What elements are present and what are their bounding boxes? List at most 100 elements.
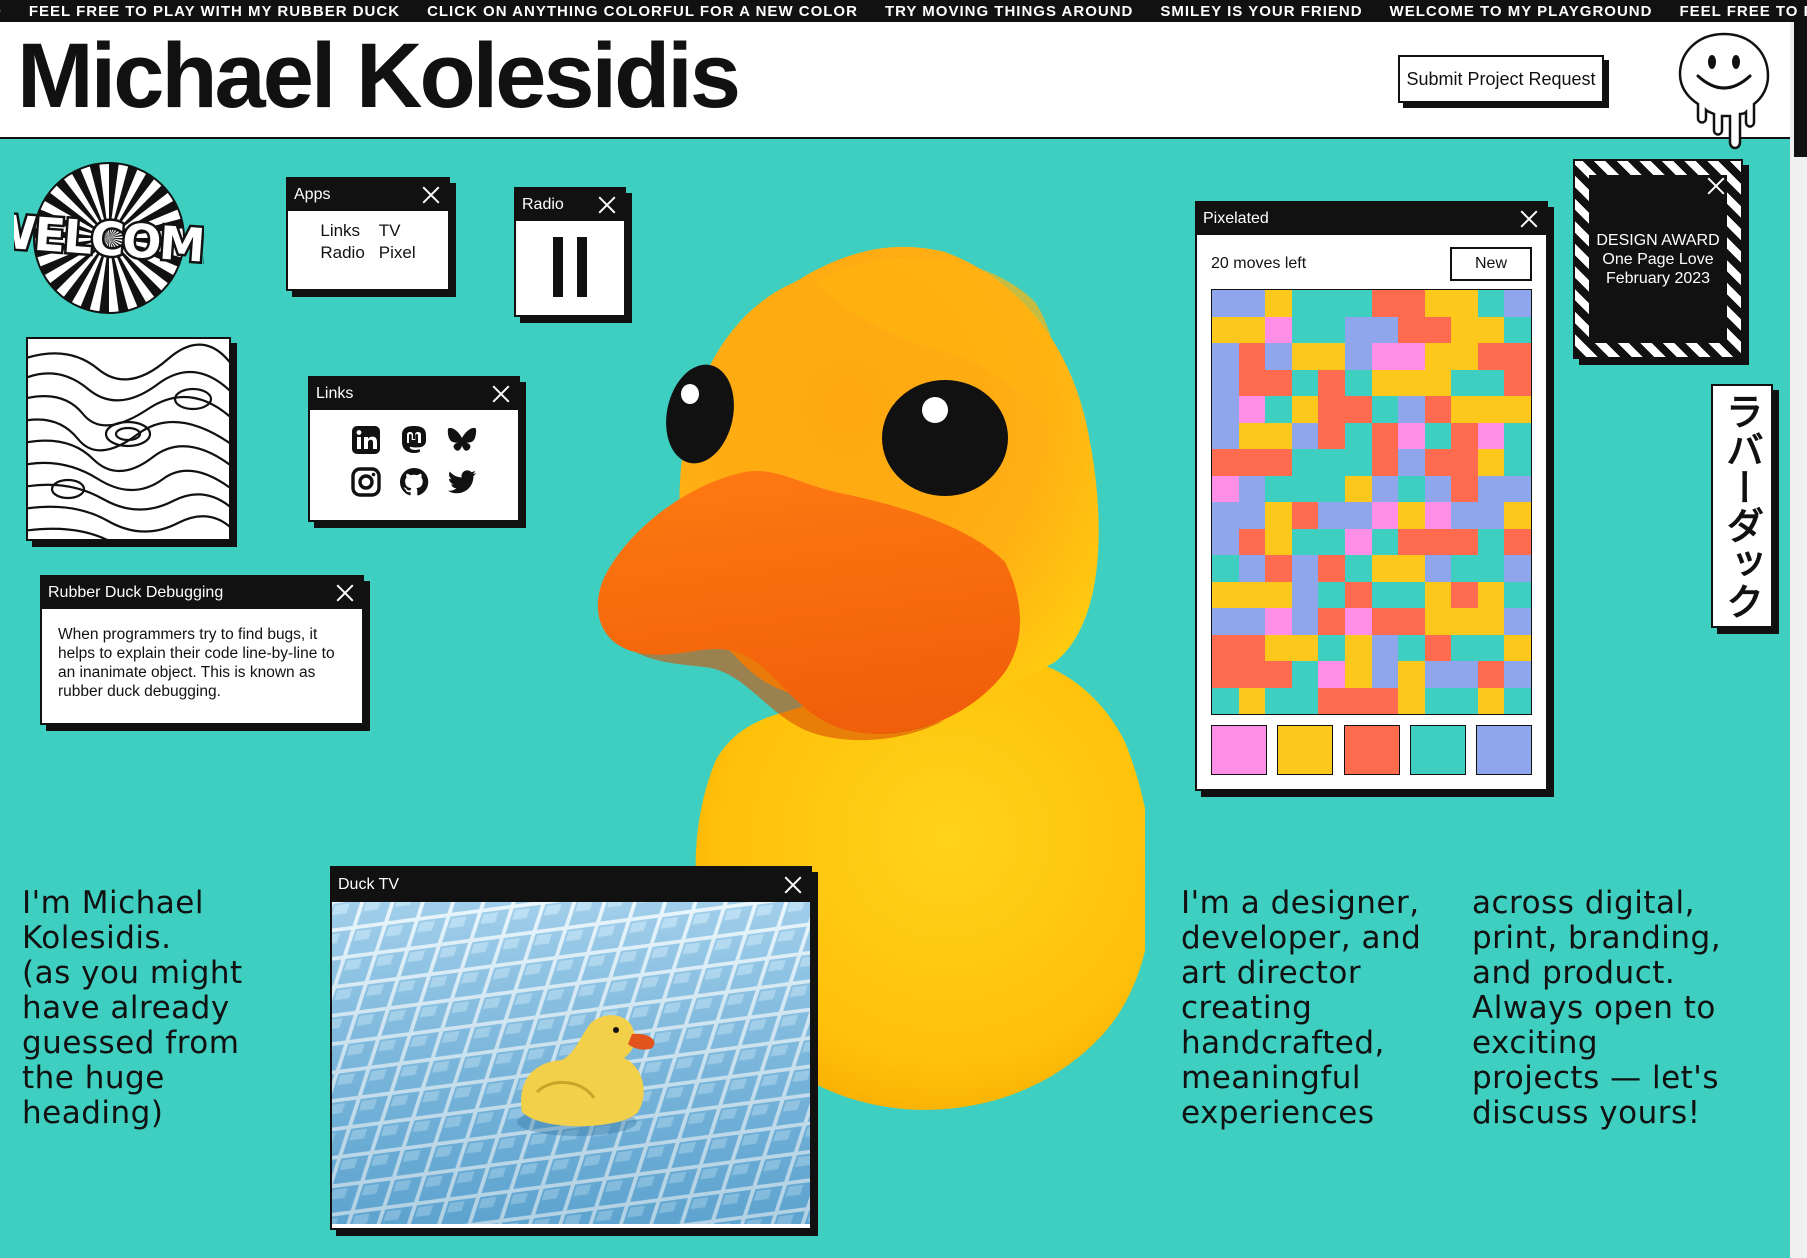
pixel-cell[interactable] <box>1477 555 1505 582</box>
pixel-cell[interactable] <box>1504 316 1531 343</box>
pixel-cell[interactable] <box>1344 396 1372 423</box>
color-swatch[interactable] <box>1409 725 1466 775</box>
pixel-cell[interactable] <box>1398 316 1425 343</box>
pixel-cell[interactable] <box>1371 369 1399 396</box>
pixel-cell[interactable] <box>1371 661 1399 688</box>
duck-tv-window-titlebar[interactable]: Duck TV <box>332 868 810 902</box>
pixel-cell[interactable] <box>1212 449 1239 476</box>
pixel-cell[interactable] <box>1424 316 1452 343</box>
pixel-cell[interactable] <box>1318 316 1345 343</box>
github-icon[interactable] <box>398 466 430 498</box>
pixel-cell[interactable] <box>1504 369 1531 396</box>
pixel-cell[interactable] <box>1504 396 1531 423</box>
links-window-titlebar[interactable]: Links <box>310 378 518 410</box>
pixel-cell[interactable] <box>1265 581 1292 608</box>
pixel-cell[interactable] <box>1344 528 1372 555</box>
pixel-cell[interactable] <box>1291 608 1319 635</box>
pixel-cell[interactable] <box>1265 369 1292 396</box>
pixel-cell[interactable] <box>1398 502 1425 529</box>
pixel-cell[interactable] <box>1238 555 1266 582</box>
pixel-cell[interactable] <box>1371 502 1399 529</box>
pixel-cell[interactable] <box>1212 687 1239 714</box>
pixel-cell[interactable] <box>1265 475 1292 502</box>
pixelated-window[interactable]: Pixelated 20 moves left New <box>1195 201 1548 791</box>
pixel-cell[interactable] <box>1265 343 1292 370</box>
submit-project-request-button[interactable]: Submit Project Request <box>1398 55 1604 103</box>
pixel-cell[interactable] <box>1212 422 1239 449</box>
pixel-cell[interactable] <box>1451 343 1478 370</box>
duck-tv-video[interactable] <box>332 902 810 1224</box>
pixel-cell[interactable] <box>1318 634 1345 661</box>
pixel-cell[interactable] <box>1424 608 1452 635</box>
pixel-cell[interactable] <box>1212 502 1239 529</box>
pixel-cell[interactable] <box>1265 422 1292 449</box>
pixel-cell[interactable] <box>1477 396 1505 423</box>
pixel-cell[interactable] <box>1318 475 1345 502</box>
pixel-cell[interactable] <box>1238 608 1266 635</box>
pixel-cell[interactable] <box>1212 290 1239 317</box>
close-icon[interactable] <box>1518 208 1540 230</box>
pixel-cell[interactable] <box>1398 449 1425 476</box>
twitter-icon[interactable] <box>446 466 478 498</box>
pixel-cell[interactable] <box>1371 608 1399 635</box>
close-icon[interactable] <box>782 874 804 896</box>
pixel-cell[interactable] <box>1318 661 1345 688</box>
pixel-cell[interactable] <box>1318 449 1345 476</box>
topographic-map-image[interactable] <box>26 337 231 541</box>
pixel-cell[interactable] <box>1291 555 1319 582</box>
pixel-cell[interactable] <box>1451 396 1478 423</box>
pixel-cell[interactable] <box>1398 396 1425 423</box>
pixel-cell[interactable] <box>1424 634 1452 661</box>
pixel-cell[interactable] <box>1265 608 1292 635</box>
color-swatch[interactable] <box>1343 725 1400 775</box>
pixel-cell[interactable] <box>1451 581 1478 608</box>
design-award-badge[interactable]: DESIGN AWARD One Page Love February 2023 <box>1573 159 1743 359</box>
app-links[interactable]: Links <box>320 221 364 241</box>
pixel-cell[interactable] <box>1504 661 1531 688</box>
pixel-cell[interactable] <box>1504 502 1531 529</box>
pixel-cell[interactable] <box>1398 581 1425 608</box>
radio-window-titlebar[interactable]: Radio <box>516 189 624 221</box>
pixel-cell[interactable] <box>1477 290 1505 317</box>
pixel-cell[interactable] <box>1451 369 1478 396</box>
pixel-cell[interactable] <box>1291 475 1319 502</box>
pixel-cell[interactable] <box>1344 581 1372 608</box>
pixel-cell[interactable] <box>1344 687 1372 714</box>
pixel-cell[interactable] <box>1371 634 1399 661</box>
pixel-cell[interactable] <box>1344 475 1372 502</box>
pixelated-window-titlebar[interactable]: Pixelated <box>1197 203 1546 235</box>
pixel-cell[interactable] <box>1477 634 1505 661</box>
pixel-cell[interactable] <box>1318 343 1345 370</box>
pixel-cell[interactable] <box>1424 502 1452 529</box>
pixel-cell[interactable] <box>1424 449 1452 476</box>
japanese-label[interactable]: ラバーダック <box>1711 384 1773 628</box>
pixel-cell[interactable] <box>1212 343 1239 370</box>
instagram-icon[interactable] <box>350 466 382 498</box>
pixel-cell[interactable] <box>1477 528 1505 555</box>
apps-window-titlebar[interactable]: Apps <box>288 179 448 211</box>
pixel-cell[interactable] <box>1398 634 1425 661</box>
pixel-cell[interactable] <box>1318 290 1345 317</box>
pixel-cell[interactable] <box>1291 581 1319 608</box>
pixel-cell[interactable] <box>1212 555 1239 582</box>
pixel-cell[interactable] <box>1504 581 1531 608</box>
pixel-cell[interactable] <box>1451 316 1478 343</box>
debugging-window-titlebar[interactable]: Rubber Duck Debugging <box>42 577 362 609</box>
app-pixel[interactable]: Pixel <box>379 243 416 263</box>
pixel-cell[interactable] <box>1451 608 1478 635</box>
pixel-game-grid[interactable] <box>1211 289 1532 715</box>
pixel-cell[interactable] <box>1504 449 1531 476</box>
pixel-cell[interactable] <box>1291 661 1319 688</box>
pixel-cell[interactable] <box>1371 528 1399 555</box>
scrollbar-track[interactable] <box>1790 22 1807 1258</box>
pixel-cell[interactable] <box>1318 528 1345 555</box>
close-icon[interactable] <box>490 383 512 405</box>
mastodon-icon[interactable] <box>398 424 430 456</box>
app-tv[interactable]: TV <box>379 221 416 241</box>
pixel-cell[interactable] <box>1238 290 1266 317</box>
pixel-cell[interactable] <box>1265 396 1292 423</box>
pixel-cell[interactable] <box>1238 634 1266 661</box>
pixel-cell[interactable] <box>1371 687 1399 714</box>
pixel-cell[interactable] <box>1504 422 1531 449</box>
pixel-cell[interactable] <box>1477 502 1505 529</box>
